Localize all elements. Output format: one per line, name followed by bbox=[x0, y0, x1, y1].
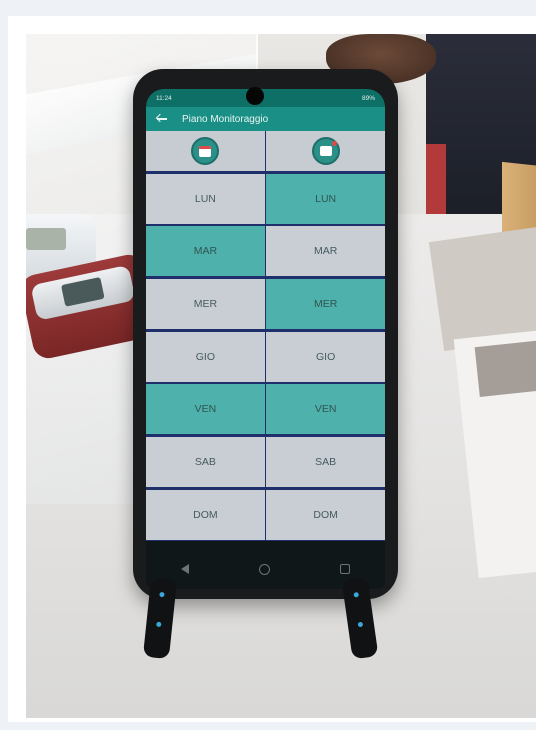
blood-pressure-icon bbox=[311, 137, 340, 165]
column-header-calendar bbox=[146, 131, 265, 171]
smartphone: 11:24 89% Piano Monitoraggio LUN LUN MAR MA… bbox=[133, 69, 398, 599]
nav-back-icon[interactable] bbox=[181, 564, 189, 574]
back-arrow-icon[interactable] bbox=[156, 113, 168, 125]
day-cell-lun-col1[interactable]: LUN bbox=[146, 173, 265, 224]
phone-screen: 11:24 89% Piano Monitoraggio LUN LUN MAR MA… bbox=[146, 89, 385, 589]
status-battery: 89% bbox=[361, 94, 375, 102]
day-cell-mar-col1[interactable]: MAR bbox=[146, 226, 265, 277]
day-cell-ven-col1[interactable]: VEN bbox=[146, 384, 265, 435]
day-cell-mar-col2[interactable]: MAR bbox=[266, 226, 385, 277]
status-bar: 11:24 89% bbox=[146, 89, 385, 107]
red-object bbox=[426, 144, 446, 214]
day-cell-gio-col2[interactable]: GIO bbox=[266, 331, 385, 382]
device-display bbox=[26, 228, 66, 250]
day-cell-dom-col1[interactable]: DOM bbox=[146, 489, 265, 540]
status-time: 11:24 bbox=[156, 94, 172, 102]
day-cell-mer-col2[interactable]: MER bbox=[266, 279, 385, 330]
camera-notch bbox=[246, 87, 264, 105]
day-cell-mer-col1[interactable]: MER bbox=[146, 279, 265, 330]
column-header-blood-pressure bbox=[266, 131, 385, 171]
nav-recents-icon[interactable] bbox=[340, 564, 350, 574]
monitoring-grid: LUN LUN MAR MAR MER MER GIO GIO VEN VEN SAB SAB DOM D… bbox=[146, 131, 385, 541]
oximeter-cap bbox=[30, 264, 136, 321]
app-title: Piano Monitoraggio bbox=[182, 113, 269, 125]
day-cell-gio-col1[interactable]: GIO bbox=[146, 331, 265, 382]
oximeter-display bbox=[60, 276, 105, 307]
day-cell-sab-col1[interactable]: SAB bbox=[146, 437, 265, 488]
day-cell-ven-col2[interactable]: VEN bbox=[266, 384, 385, 435]
day-cell-lun-col2[interactable]: LUN bbox=[266, 173, 385, 224]
brochure-image bbox=[474, 339, 536, 397]
nav-home-icon[interactable] bbox=[259, 563, 270, 575]
app-bar: Piano Monitoraggio bbox=[146, 107, 385, 131]
day-cell-dom-col2[interactable]: DOM bbox=[266, 489, 385, 540]
day-cell-sab-col2[interactable]: SAB bbox=[266, 437, 385, 488]
calendar-icon bbox=[191, 137, 220, 165]
